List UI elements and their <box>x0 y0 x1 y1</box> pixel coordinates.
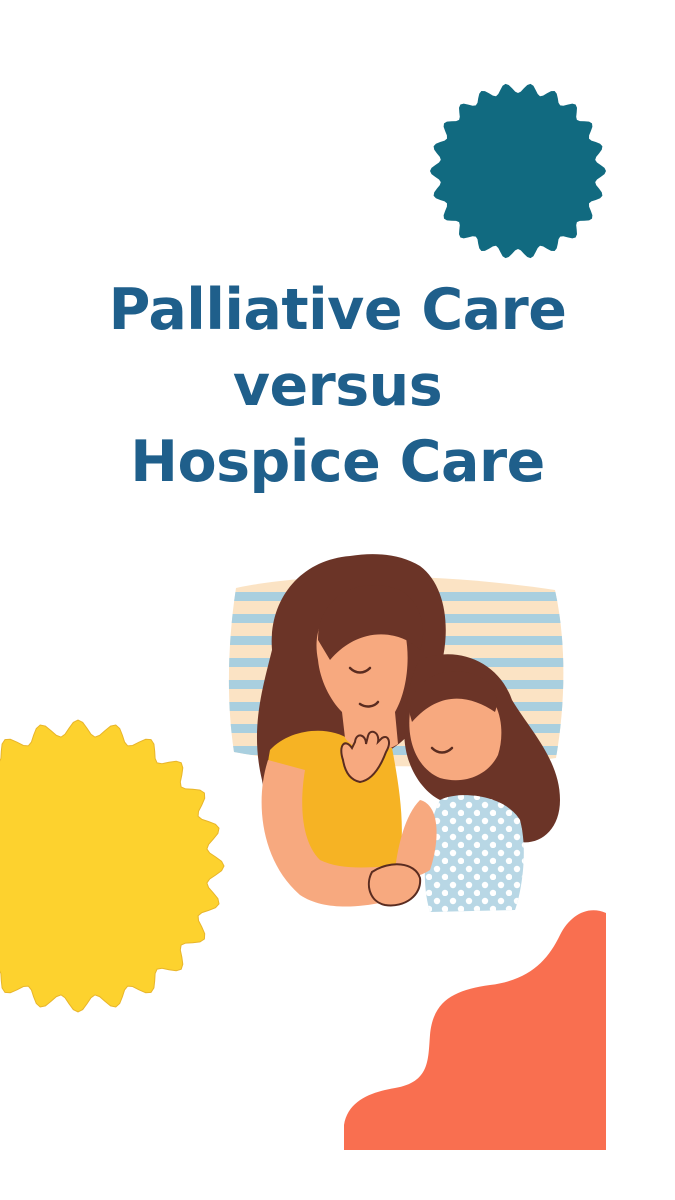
clasped-hands <box>367 863 422 907</box>
mother-daughter-illustration <box>228 554 564 912</box>
daughter-dress-dots <box>424 795 524 912</box>
